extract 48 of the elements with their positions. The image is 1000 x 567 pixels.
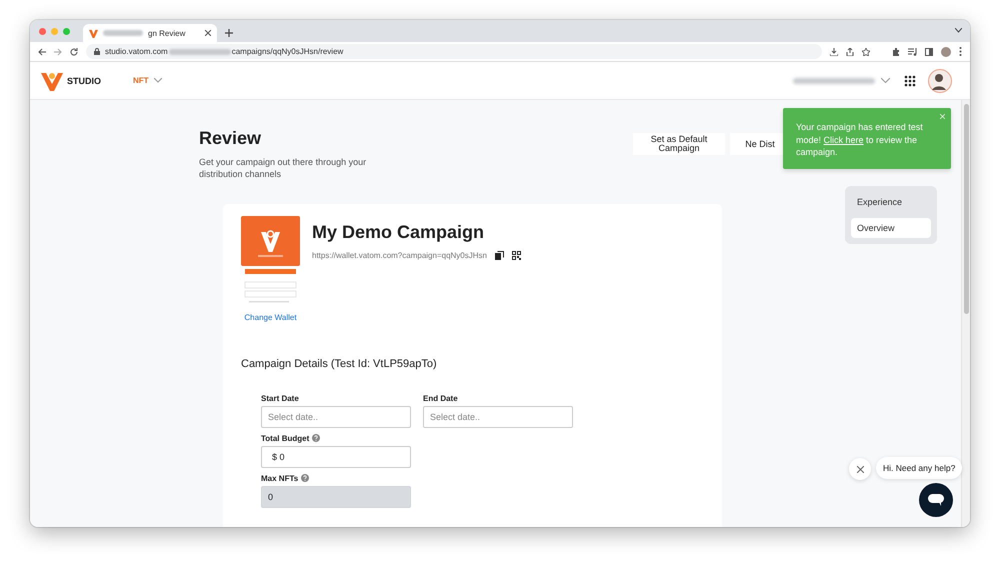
date-field[interactable]: Select date.. bbox=[261, 406, 411, 428]
star-icon[interactable] bbox=[862, 48, 870, 56]
toast-message: Your campaign has entered test mode! Click here to review the campaign. bbox=[796, 122, 923, 157]
qr-code-icon[interactable] bbox=[512, 251, 521, 260]
apps-grid-icon[interactable] bbox=[904, 74, 916, 86]
help-icon[interactable] bbox=[312, 434, 320, 442]
campaign-title: My Demo Campaign bbox=[312, 222, 486, 243]
change-wallet-link[interactable]: Change Wallet bbox=[244, 313, 297, 322]
nav-item[interactable]: Experience bbox=[851, 192, 931, 212]
page-title: Review bbox=[199, 128, 262, 149]
action-button[interactable]: Set as Default Campaign bbox=[633, 133, 725, 155]
playlist-icon[interactable] bbox=[908, 48, 917, 56]
nav-item[interactable]: Overview bbox=[851, 218, 931, 238]
budget-field[interactable]: $ 0 bbox=[261, 446, 411, 468]
lock-icon bbox=[94, 48, 100, 55]
puzzle-icon[interactable] bbox=[892, 48, 900, 56]
section-heading: Campaign Details (Test Id: VtLP59apTo) bbox=[241, 358, 438, 370]
more-icon[interactable] bbox=[959, 47, 962, 56]
download-icon[interactable] bbox=[830, 48, 838, 56]
url-text: campaigns/qqNy0sJHsn/review bbox=[232, 47, 344, 56]
logo-text: STUDIO bbox=[67, 76, 102, 86]
new-tab-icon[interactable] bbox=[225, 29, 233, 37]
field-label: Start Date bbox=[261, 394, 299, 402]
chevron-down-icon[interactable] bbox=[955, 28, 962, 33]
campaign-url: https://wallet.vatom.com?campaign=qqNy0sJHsn bbox=[312, 251, 487, 260]
close-icon[interactable] bbox=[205, 30, 211, 36]
chat-bubble: Hi. Need any help? bbox=[876, 457, 962, 479]
tab-title: gn Review bbox=[148, 28, 186, 38]
logo-icon bbox=[89, 28, 98, 38]
back-icon[interactable] bbox=[38, 48, 46, 56]
copy-icon[interactable] bbox=[494, 251, 504, 260]
scrollbar[interactable] bbox=[961, 100, 970, 527]
page-subtitle: Get your campaign out there through your distribution channels bbox=[199, 156, 368, 180]
field-label: Max NFTs bbox=[261, 474, 298, 482]
share-icon[interactable] bbox=[846, 48, 854, 56]
speech-bubble-icon bbox=[928, 494, 944, 506]
sidebar-icon[interactable] bbox=[925, 48, 933, 56]
reload-icon[interactable] bbox=[70, 48, 78, 56]
field-label: End Date bbox=[423, 394, 458, 402]
field-label: Total Budget bbox=[261, 434, 310, 442]
url-text: studio.vatom.com bbox=[105, 47, 168, 56]
logo-icon bbox=[41, 70, 63, 90]
avatar-icon[interactable] bbox=[928, 68, 952, 92]
browser-tab[interactable]: gn Review bbox=[83, 24, 217, 42]
close-icon bbox=[856, 466, 864, 472]
chevron-down-icon bbox=[154, 78, 162, 83]
address-bar[interactable]: studio.vatom.com campaigns/qqNy0sJHsn/review bbox=[86, 44, 822, 59]
date-field[interactable]: Select date.. bbox=[423, 406, 573, 428]
